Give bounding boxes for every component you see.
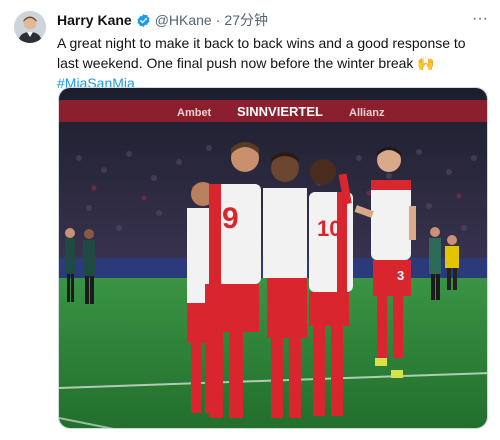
ad-board-text-3: Allianz <box>349 107 385 119</box>
tweet: Harry Kane @HKane · 27分钟 ··· A great nig… <box>0 0 500 440</box>
tweet-media-photo[interactable]: Ambet SINNVIERTEL Allianz 9 10 3 <box>58 87 488 429</box>
tweet-text: A great night to make it back to back wi… <box>57 33 482 93</box>
more-options-icon[interactable]: ··· <box>472 10 488 28</box>
author-handle[interactable]: @HKane <box>155 11 212 29</box>
avatar[interactable] <box>14 11 46 43</box>
author-name[interactable]: Harry Kane <box>57 11 132 29</box>
tweet-header: Harry Kane @HKane · 27分钟 <box>57 11 470 29</box>
ad-board-text-2: SINNVIERTEL <box>237 104 323 119</box>
jersey-number-9: 9 <box>222 202 239 235</box>
jersey-number-3: 3 <box>397 268 404 283</box>
ad-board-text-1: Ambet <box>177 107 212 119</box>
raised-hands-emoji: 🙌 <box>417 55 435 71</box>
celebration-photo: Ambet SINNVIERTEL Allianz 9 10 3 <box>59 88 487 428</box>
avatar-image <box>14 11 46 43</box>
jersey-number-10: 10 <box>317 216 341 241</box>
tweet-body: A great night to make it back to back wi… <box>57 35 466 71</box>
tweet-timestamp[interactable]: 27分钟 <box>224 11 268 29</box>
separator-dot: · <box>215 12 221 28</box>
verified-badge-icon <box>136 13 151 28</box>
